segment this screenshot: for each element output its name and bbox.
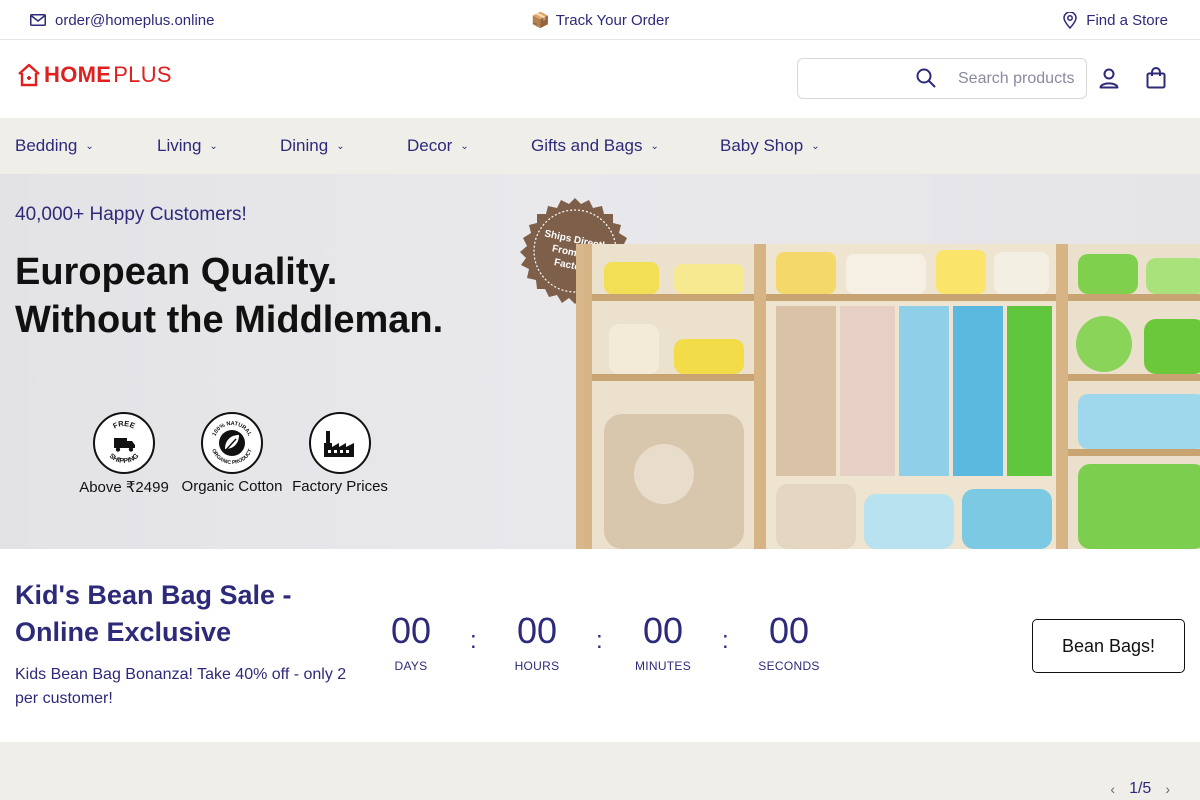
search-box[interactable] xyxy=(797,58,1087,99)
factory-icon xyxy=(309,412,371,474)
chevron-down-icon: ⌄ xyxy=(85,140,94,152)
timer-seconds: 00 SECONDS xyxy=(749,610,829,674)
sale-description: Kids Bean Bag Bonanza! Take 40% off - on… xyxy=(15,666,347,707)
headline-line-1: European Quality. xyxy=(15,251,338,293)
kids-room-shelf-image xyxy=(576,244,1200,549)
email-text: order@homeplus.online xyxy=(55,11,215,29)
timer-label: DAYS xyxy=(394,659,428,673)
badge-factory-prices: Factory Prices xyxy=(286,412,394,496)
badge-organic-cotton: 100% NATURAL ORGANIC PRODUCT Organic Cot… xyxy=(178,412,286,496)
next-section: ‹ 1/5 › xyxy=(0,742,1200,800)
nav-item-decor[interactable]: Decor ⌄ xyxy=(407,118,469,174)
chevron-down-icon: ⌄ xyxy=(209,140,218,152)
timer-value: 00 xyxy=(390,610,432,651)
timer-label: SECONDS xyxy=(758,659,820,673)
badge-ring-text: SHIPPING xyxy=(108,452,141,465)
timer-label: MINUTES xyxy=(634,659,692,673)
search-input[interactable] xyxy=(958,67,1084,91)
timer-value: 00 xyxy=(768,610,810,651)
nav-label: Decor xyxy=(407,136,453,155)
nav-item-gifts-and-bags[interactable]: Gifts and Bags ⌄ xyxy=(531,118,659,174)
organic-leaf-icon: 100% NATURAL ORGANIC PRODUCT xyxy=(201,412,263,474)
badge-label: Factory Prices xyxy=(292,478,388,495)
bean-bags-button[interactable]: Bean Bags! xyxy=(1032,619,1185,673)
timer-days: 00 DAYS xyxy=(371,610,451,674)
hero-headline: European Quality. Without the Middleman. xyxy=(15,248,443,344)
mail-icon xyxy=(30,14,46,26)
timer-hours: 00 HOURS xyxy=(497,610,577,674)
svg-text:FREE: FREE xyxy=(111,419,136,431)
timer-value: 00 xyxy=(642,610,684,651)
track-order-link[interactable]: 📦 Track Your Order xyxy=(531,0,669,40)
logo-home-text: HOME xyxy=(44,62,112,87)
badge-label: Above ₹2499 xyxy=(79,479,169,496)
nav-label: Bedding xyxy=(15,136,78,155)
shopping-bag-icon[interactable] xyxy=(1145,67,1167,89)
chevron-down-icon: ⌄ xyxy=(650,140,659,152)
svg-text:SHIPPING: SHIPPING xyxy=(108,452,141,465)
hero-eyebrow: 40,000+ Happy Customers! xyxy=(15,204,247,225)
feature-badges: FREE SHIPPING Above ₹2499 100% NATURAL O… xyxy=(70,412,394,496)
timer-separator: : xyxy=(596,627,603,654)
sale-title: Kid's Bean Bag Sale - Online Exclusive xyxy=(15,580,292,647)
badge-ring-text: FREE xyxy=(111,419,136,431)
timer-minutes: 00 MINUTES xyxy=(623,610,703,674)
search-icon[interactable] xyxy=(916,68,936,88)
pager-count: 1/5 xyxy=(1129,780,1152,797)
house-logo-icon xyxy=(16,62,42,88)
email-link[interactable]: order@homeplus.online xyxy=(30,0,215,40)
headline-line-2: Without the Middleman. xyxy=(15,299,444,341)
timer-value: 00 xyxy=(516,610,558,651)
nav-item-bedding[interactable]: Bedding ⌄ xyxy=(15,118,94,174)
logo-plus-text: PLUS xyxy=(113,62,172,87)
top-bar: order@homeplus.online 📦 Track Your Order… xyxy=(0,0,1200,40)
nav-label: Living xyxy=(157,136,202,155)
hero-banner[interactable]: 40,000+ Happy Customers! European Qualit… xyxy=(0,174,1200,549)
track-order-text: Track Your Order xyxy=(555,11,670,29)
user-account-icon[interactable] xyxy=(1098,67,1120,89)
carousel-pager: ‹ 1/5 › xyxy=(1110,780,1170,798)
homeplus-logo[interactable]: HOME PLUS xyxy=(16,62,172,88)
chevron-right-icon[interactable]: › xyxy=(1165,781,1170,797)
main-nav: Bedding ⌄ Living ⌄ Dining ⌄ Decor ⌄ Gift… xyxy=(0,118,1200,174)
site-header: HOME PLUS xyxy=(0,40,1200,118)
nav-item-baby-shop[interactable]: Baby Shop ⌄ xyxy=(720,118,820,174)
nav-label: Dining xyxy=(280,136,329,155)
chevron-down-icon: ⌄ xyxy=(811,140,820,152)
find-store-text: Find a Store xyxy=(1086,11,1168,29)
package-icon: 📦 xyxy=(531,12,550,29)
timer-separator: : xyxy=(470,627,477,654)
free-shipping-icon: FREE SHIPPING xyxy=(93,412,155,474)
location-pin-icon xyxy=(1063,11,1078,29)
badge-free-shipping: FREE SHIPPING Above ₹2499 xyxy=(70,412,178,496)
chevron-left-icon[interactable]: ‹ xyxy=(1110,781,1115,797)
chevron-down-icon: ⌄ xyxy=(336,140,345,152)
nav-label: Gifts and Bags xyxy=(531,136,643,155)
nav-item-living[interactable]: Living ⌄ xyxy=(157,118,218,174)
nav-item-dining[interactable]: Dining ⌄ xyxy=(280,118,345,174)
chevron-down-icon: ⌄ xyxy=(460,140,469,152)
find-store-link[interactable]: Find a Store xyxy=(1063,0,1168,40)
timer-separator: : xyxy=(722,627,729,654)
badge-label: Organic Cotton xyxy=(181,478,283,495)
sale-section: Kid's Bean Bag Sale - Online Exclusive K… xyxy=(0,549,1200,742)
timer-label: HOURS xyxy=(514,659,560,673)
nav-label: Baby Shop xyxy=(720,136,804,155)
